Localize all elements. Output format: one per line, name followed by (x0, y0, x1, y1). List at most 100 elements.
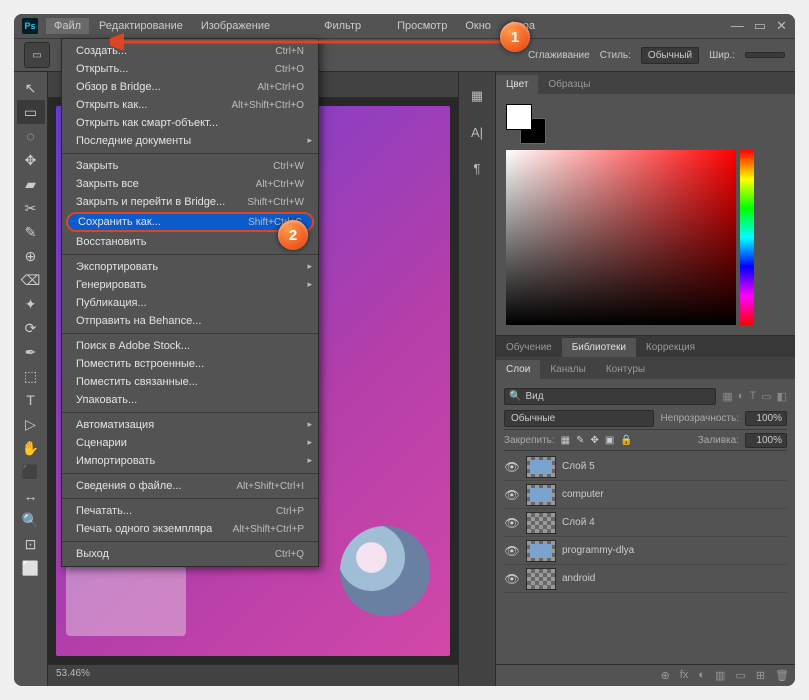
tool-10[interactable]: ⟳ (17, 316, 45, 340)
menu-edit[interactable]: Редактирование (91, 18, 191, 34)
filter-type-icon[interactable]: T (749, 390, 756, 403)
layer-item[interactable]: 👁 android (504, 565, 787, 593)
style-dropdown[interactable]: Обычный (641, 47, 699, 64)
menu-6[interactable] (371, 24, 387, 28)
menu-window[interactable]: Окно (457, 18, 499, 34)
layer-footer-icon-0[interactable]: ⊕ (661, 669, 670, 682)
menu-item[interactable]: Закрыть и перейти в Bridge...Shift+Ctrl+… (62, 193, 318, 211)
tool-0[interactable]: ↖ (17, 76, 45, 100)
dock-icon-0[interactable]: ▦ (463, 82, 491, 110)
lock-pixel-icon[interactable]: ✎ (576, 435, 584, 446)
visibility-icon[interactable]: 👁 (504, 516, 520, 530)
layer-filter-icons[interactable]: ▦ ◐ T ▭ ◧ (722, 390, 787, 403)
tool-13[interactable]: T (17, 388, 45, 412)
menu-item[interactable]: ВыходCtrl+Q (62, 545, 318, 563)
menu-item[interactable]: Сохранить как...Shift+Ctrl+S (66, 212, 314, 232)
layer-item[interactable]: 👁 computer (504, 481, 787, 509)
tool-5[interactable]: ✂ (17, 196, 45, 220)
layer-name[interactable]: computer (562, 489, 787, 500)
color-field[interactable] (506, 150, 736, 325)
layer-thumbnail[interactable] (526, 512, 556, 534)
menu-item[interactable]: Последние документы (62, 132, 318, 150)
tab-color[interactable]: Цвет (496, 75, 538, 94)
layer-name[interactable]: Слой 5 (562, 461, 787, 472)
tool-15[interactable]: ✋ (17, 436, 45, 460)
hue-slider[interactable] (740, 150, 754, 325)
tool-19[interactable]: ⊡ (17, 532, 45, 556)
zoom-level[interactable]: 53.46% (48, 664, 458, 686)
layer-item[interactable]: 👁 programmy-dlya (504, 537, 787, 565)
menu-item[interactable]: Импортировать (62, 452, 318, 470)
current-tool-icon[interactable]: ▭ (24, 42, 50, 68)
minimize-icon[interactable]: — (731, 18, 744, 34)
tool-6[interactable]: ✎ (17, 220, 45, 244)
menu-item[interactable]: Поиск в Adobe Stock... (62, 337, 318, 355)
filter-shape-icon[interactable]: ▭ (761, 390, 771, 403)
menu-item[interactable]: Обзор в Bridge...Alt+Ctrl+O (62, 78, 318, 96)
layer-footer-icon-4[interactable]: ▭ (735, 669, 745, 682)
menu-item[interactable]: Создать...Ctrl+N (62, 42, 318, 60)
menu-file[interactable]: Файл (46, 18, 89, 34)
menu-item[interactable]: Сценарии (62, 434, 318, 452)
layer-item[interactable]: 👁 Слой 4 (504, 509, 787, 537)
lock-position-icon[interactable]: ✥ (591, 435, 599, 446)
tool-14[interactable]: ▷ (17, 412, 45, 436)
tool-17[interactable]: ↔ (17, 484, 45, 508)
layer-name[interactable]: programmy-dlya (562, 545, 787, 556)
tool-1[interactable]: ▭ (17, 100, 45, 124)
tab-layers[interactable]: Слои (496, 360, 540, 379)
tab-channels[interactable]: Каналы (540, 360, 596, 379)
fill-input[interactable]: 100% (745, 433, 787, 448)
layer-footer-icon-1[interactable]: fx (680, 669, 689, 682)
layer-footer-icon-2[interactable]: ◐ (698, 669, 705, 682)
maximize-icon[interactable]: ▭ (754, 18, 766, 34)
dock-icon-1[interactable]: A| (463, 118, 491, 146)
visibility-icon[interactable]: 👁 (504, 544, 520, 558)
width-input[interactable] (745, 52, 785, 58)
menu-filter[interactable]: Фильтр (316, 18, 369, 34)
menu-item[interactable]: Печатать...Ctrl+P (62, 502, 318, 520)
layer-thumbnail[interactable] (526, 540, 556, 562)
layer-name[interactable]: Слой 4 (562, 517, 787, 528)
tab-learn[interactable]: Обучение (496, 338, 562, 357)
menu-item[interactable]: Экспортировать (62, 258, 318, 276)
layer-name[interactable]: android (562, 573, 787, 584)
layer-item[interactable]: 👁 Слой 5 (504, 453, 787, 481)
menu-item[interactable]: Открыть как...Alt+Shift+Ctrl+O (62, 96, 318, 114)
layer-footer-icon-6[interactable]: 🗑 (775, 669, 789, 682)
tool-7[interactable]: ⊕ (17, 244, 45, 268)
tool-4[interactable]: ▰ (17, 172, 45, 196)
tool-9[interactable]: ✦ (17, 292, 45, 316)
tool-18[interactable]: 🔍 (17, 508, 45, 532)
filter-smart-icon[interactable]: ◧ (777, 390, 787, 403)
menu-item[interactable]: Открыть...Ctrl+O (62, 60, 318, 78)
close-icon[interactable]: ✕ (776, 18, 787, 34)
visibility-icon[interactable]: 👁 (504, 572, 520, 586)
opacity-input[interactable]: 100% (745, 411, 787, 426)
menu-3[interactable] (280, 24, 296, 28)
tool-11[interactable]: ✒ (17, 340, 45, 364)
menu-item[interactable]: Публикация... (62, 294, 318, 312)
menu-item[interactable]: Поместить встроенные... (62, 355, 318, 373)
foreground-background-swatch[interactable] (506, 104, 546, 144)
tab-paths[interactable]: Контуры (596, 360, 655, 379)
menu-item[interactable]: Закрыть всеAlt+Ctrl+W (62, 175, 318, 193)
menu-item[interactable]: Поместить связанные... (62, 373, 318, 391)
lock-icon[interactable]: 🔒 (620, 435, 632, 446)
tool-20[interactable]: ⬜ (17, 556, 45, 580)
layer-footer-icon-3[interactable]: ▥ (715, 669, 725, 682)
tab-libraries[interactable]: Библиотеки (562, 338, 636, 357)
tool-2[interactable]: ◌ (17, 124, 45, 148)
menu-item[interactable]: Сведения о файле...Alt+Shift+Ctrl+I (62, 477, 318, 495)
layer-search[interactable]: 🔍 Вид (504, 388, 716, 405)
dock-icon-2[interactable]: ¶ (463, 154, 491, 182)
tool-8[interactable]: ⌫ (17, 268, 45, 292)
tab-adjustments[interactable]: Коррекция (636, 338, 705, 357)
layer-thumbnail[interactable] (526, 484, 556, 506)
menu-4[interactable] (298, 24, 314, 28)
tool-16[interactable]: ⬛ (17, 460, 45, 484)
visibility-icon[interactable]: 👁 (504, 460, 520, 474)
foreground-color[interactable] (506, 104, 532, 130)
menu-item[interactable]: Отправить на Behance... (62, 312, 318, 330)
layer-footer-icon-5[interactable]: ⊞ (756, 669, 765, 682)
